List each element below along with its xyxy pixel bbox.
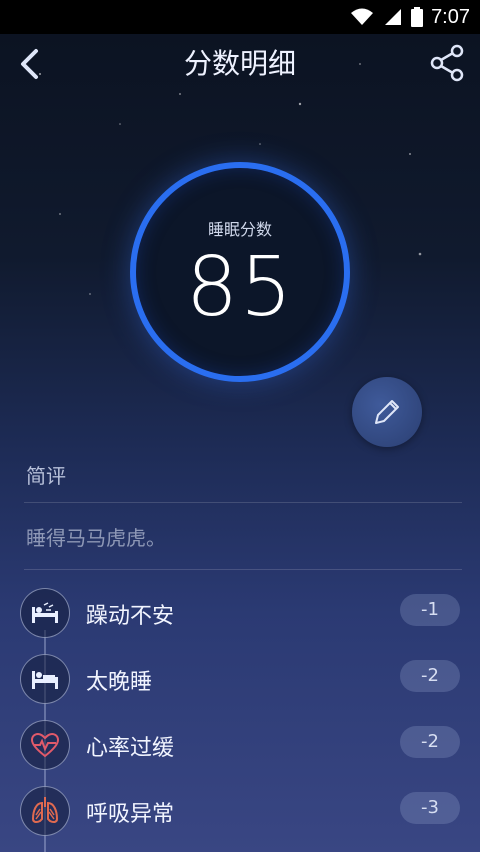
review-comment: 睡得马马虎虎。 — [26, 526, 166, 550]
late-sleep-icon — [20, 654, 70, 704]
page-title: 分数明细 — [183, 47, 296, 80]
heart-rate-icon — [20, 720, 70, 770]
deduction-item-restless[interactable]: 躁动不安 -1 — [20, 588, 460, 640]
deduction-value: -2 — [400, 726, 460, 758]
restless-icon — [20, 588, 70, 638]
deduction-label: 躁动不安 — [86, 604, 175, 629]
deduction-label: 太晚睡 — [86, 670, 153, 695]
deduction-item-late-sleep[interactable]: 太晚睡 -2 — [20, 654, 460, 706]
deduction-label: 心率过缓 — [86, 736, 175, 761]
sleep-score-ring: 睡眠分数 85 — [130, 162, 350, 382]
lungs-icon — [20, 786, 70, 836]
share-icon[interactable] — [430, 44, 464, 82]
pencil-icon — [375, 400, 399, 424]
deduction-item-heart-rate[interactable]: 心率过缓 -2 — [20, 720, 460, 772]
sleep-score-label: 睡眠分数 — [207, 220, 272, 239]
deduction-value: -1 — [400, 594, 460, 626]
sleep-score-value: 85 — [185, 240, 295, 335]
wifi-icon — [351, 8, 374, 25]
signal-icon — [385, 9, 402, 25]
deduction-value: -2 — [400, 660, 460, 692]
status-time: 7:07 — [431, 6, 470, 28]
status-icons: 7:07 — [349, 6, 470, 28]
deduction-label: 呼吸异常 — [86, 802, 175, 827]
status-bar: 7:07 — [0, 0, 480, 34]
review-section-title: 简评 — [26, 464, 66, 488]
divider — [24, 502, 462, 503]
divider — [24, 569, 462, 570]
edit-button[interactable] — [352, 377, 422, 447]
battery-icon — [411, 7, 424, 27]
top-bar: 分数明细 — [0, 34, 480, 98]
deduction-value: -3 — [400, 792, 460, 824]
deduction-item-breathing[interactable]: 呼吸异常 -3 — [20, 786, 460, 838]
